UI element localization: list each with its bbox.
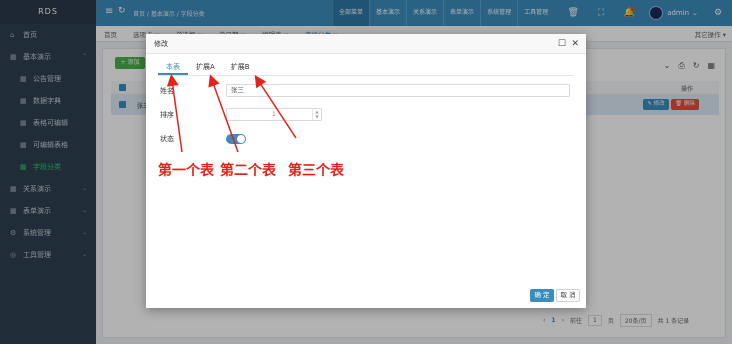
dialog-tabs: 本表 扩展A 扩展B (158, 60, 574, 76)
spinner-arrows-icon[interactable]: ▲ ▼ (312, 109, 321, 120)
dialog-header: 修改 ☐ ✕ (146, 34, 586, 54)
annotation-third-table: 第三个表 (288, 163, 344, 179)
close-icon[interactable]: ✕ (571, 34, 579, 54)
maximize-icon[interactable]: ☐ (558, 34, 566, 54)
dialog-title: 修改 (154, 40, 168, 48)
status-toggle[interactable] (226, 134, 246, 144)
sort-number-input[interactable]: 1 ▲ ▼ (226, 108, 322, 121)
name-input[interactable]: 张三 (226, 84, 570, 97)
dialog-tab-0[interactable]: 本表 (158, 60, 188, 75)
name-label: 姓名 (160, 87, 174, 95)
status-label: 状态 (160, 135, 174, 143)
annotation-second-table: 第二个表 (220, 163, 276, 179)
sort-value: 1 (271, 110, 277, 118)
annotation-first-table: 第一个表 (158, 163, 214, 179)
dialog-tab-2[interactable]: 扩展B (223, 60, 258, 75)
confirm-button[interactable]: 确 定 (530, 289, 554, 302)
dialog-tab-1[interactable]: 扩展A (188, 60, 223, 75)
cancel-button[interactable]: 取 消 (556, 289, 580, 302)
sort-label: 排序 (160, 111, 174, 119)
